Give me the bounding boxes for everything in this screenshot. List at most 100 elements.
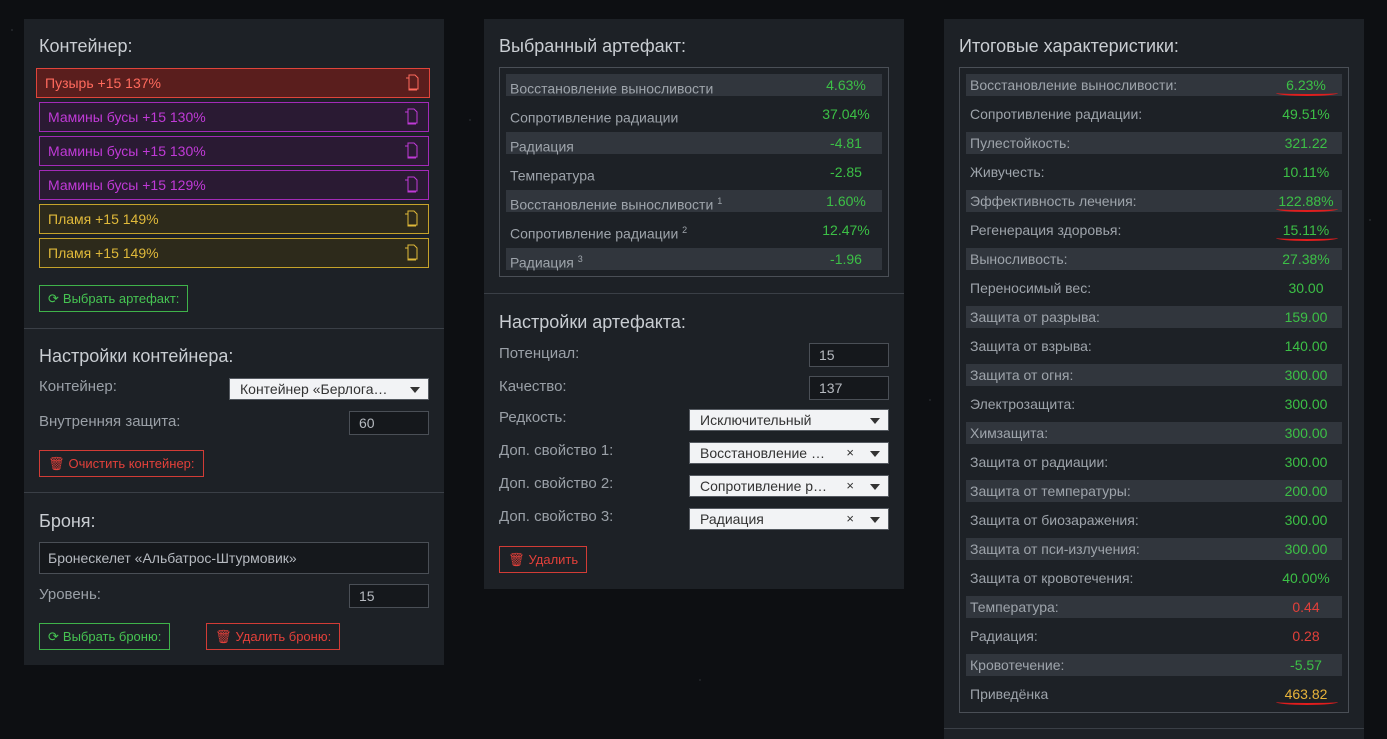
total-value: 0.28 [1292,628,1320,644]
clear-container-button[interactable]: 🗑 Очистить контейнер: [39,450,204,477]
protection-label: Внутренняя защита: [39,413,181,430]
clear-icon[interactable]: × [846,509,854,529]
total-value: 300.00 [1284,425,1328,441]
total-name: Защита от огня: [970,367,1074,383]
prop1-select[interactable]: Восстановление в… × [689,442,889,464]
stat-name: Восстановление выносливости 1 [510,196,723,213]
copy-icon[interactable] [404,244,418,261]
highlight-underline [1276,90,1338,96]
total-name: Химзащита: [970,425,1049,441]
total-value: 300.00 [1284,367,1328,383]
container-panel: Контейнер: Пузырь +15 137% Мамины бусы +1… [24,19,444,665]
refresh-icon: ⟳ [48,291,59,306]
total-name: Эффективность лечения: [970,193,1137,209]
total-value: 10.11% [1282,164,1330,180]
total-value: 30.00 [1288,280,1324,296]
total-name: Защита от радиации: [970,454,1109,470]
total-row: Защита от взрыва: 140.00 [966,335,1342,357]
protection-input[interactable]: 60 [349,411,429,435]
total-name: Защита от взрыва: [970,338,1092,354]
copy-icon[interactable] [405,74,419,91]
total-name: Защита от пси-излучения: [970,541,1140,557]
total-row: Защита от радиации: 300.00 [966,451,1342,473]
total-row: Кровотечение: -5.57 [966,654,1342,676]
stat-name: Температура [510,167,595,184]
total-name: Защита от разрыва: [970,309,1100,325]
totals-title: Итоговые характеристики: [959,36,1179,56]
total-name: Приведёнка [970,686,1049,702]
copy-icon[interactable] [404,210,418,227]
total-name: Электрозащита: [970,396,1076,412]
highlight-underline [1276,235,1338,241]
potential-label: Потенциал: [499,345,580,362]
total-row: Переносимый вес: 30.00 [966,277,1342,299]
total-row: Восстановление выносливости: 6.23% [966,74,1342,96]
total-row: Живучесть: 10.11% [966,161,1342,183]
stat-name: Радиация [510,138,574,155]
quality-input[interactable]: 137 [809,376,889,400]
artifact-item[interactable]: Пузырь +15 137% [36,68,430,98]
copy-icon[interactable] [404,142,418,159]
copy-icon[interactable] [404,176,418,193]
stat-name: Радиация 3 [510,254,583,271]
stat-value: 4.63% [826,77,866,93]
artifact-item[interactable]: Пламя +15 149% [39,238,429,268]
rarity-select[interactable]: Исключительный [689,409,889,431]
stat-name: Сопротивление радиации [510,109,679,126]
prop3-select[interactable]: Радиация × [689,508,889,530]
selected-artifact-title: Выбранный артефакт: [499,36,686,56]
select-armor-button[interactable]: ⟳ Выбрать броню: [39,623,171,650]
container-settings-title: Настройки контейнера: [39,346,234,366]
level-label: Уровень: [39,586,101,603]
stat-value: -2.85 [830,164,862,180]
stat-value: -1.96 [830,251,862,267]
delete-artifact-button[interactable]: 🗑 Удалить [499,546,588,573]
total-name: Восстановление выносливости: [970,77,1178,93]
armor-input[interactable]: Бронескелет «Альбатрос-Штурмовик» [39,542,429,574]
select-artifact-button[interactable]: ⟳ Выбрать артефакт: [39,285,189,312]
total-name: Переносимый вес: [970,280,1092,296]
highlight-underline [1276,699,1338,705]
stat-value: -4.81 [830,135,862,151]
artifact-item[interactable]: Мамины бусы +15 129% [39,170,429,200]
clear-icon[interactable]: × [846,476,854,496]
total-row: Пулестойкость: 321.22 [966,132,1342,154]
total-row: Защита от температуры: 200.00 [966,480,1342,502]
total-row: Радиация: 0.28 [966,625,1342,647]
divider [24,492,444,493]
prop3-label: Доп. свойство 3: [499,508,614,525]
total-name: Радиация: [970,628,1038,644]
stat-row: Сопротивление радиации 37.04% [506,103,882,126]
artifact-item[interactable]: Мамины бусы +15 130% [39,136,429,166]
stat-row: Сопротивление радиации 2 12.47% [506,219,882,242]
trash-icon: 🗑 [48,456,65,471]
total-value: 300.00 [1284,541,1328,557]
artifact-item[interactable]: Мамины бусы +15 130% [39,102,429,132]
total-value: 140.00 [1284,338,1328,354]
total-row: Химзащита: 300.00 [966,422,1342,444]
chevron-down-icon [410,387,420,393]
stat-value: 12.47% [822,222,870,238]
total-row: Приведёнка 463.82 [966,683,1342,705]
refresh-icon: ⟳ [48,629,59,644]
total-value: 321.22 [1284,135,1328,151]
total-value: 300.00 [1284,396,1328,412]
stat-row: Восстановление выносливости 1 1.60% [506,190,882,213]
total-row: Эффективность лечения: 122.88% [966,190,1342,212]
total-name: Живучесть: [970,164,1045,180]
container-select[interactable]: Контейнер «Берлога… [229,378,429,400]
artifact-item[interactable]: Пламя +15 149% [39,204,429,234]
delete-armor-button[interactable]: 🗑 Удалить броню: [206,623,341,650]
level-input[interactable]: 15 [349,584,429,608]
total-row: Сопротивление радиации: 49.51% [966,103,1342,125]
copy-icon[interactable] [404,108,418,125]
total-value: 40.00% [1282,570,1330,586]
total-row: Защита от огня: 300.00 [966,364,1342,386]
trash-icon: 🗑 [215,629,232,644]
chevron-down-icon [870,418,880,424]
selected-artifact-table: Восстановление выносливости 4.63% Сопроти… [499,67,889,277]
clear-icon[interactable]: × [846,443,854,463]
quality-label: Качество: [499,378,567,395]
potential-input[interactable]: 15 [809,343,889,367]
prop2-select[interactable]: Сопротивление р… × [689,475,889,497]
